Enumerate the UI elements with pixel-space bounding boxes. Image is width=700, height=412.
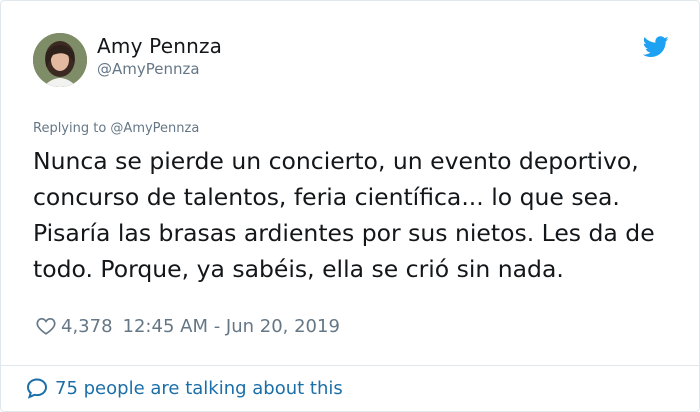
tweet-line: Pisaría las brasas ardientes por sus nie… xyxy=(33,219,655,247)
tweet-line: todo. Porque, ya sabéis, ella se crió si… xyxy=(33,255,564,283)
tweet-card: Amy Pennza @AmyPennza Replying to @AmyPe… xyxy=(0,0,700,412)
speech-bubble-icon xyxy=(26,378,48,399)
tweet-line: Nunca se pierde un concierto, un evento … xyxy=(33,147,639,175)
tweet-text: Nunca se pierde un concierto, un evento … xyxy=(33,143,683,287)
talking-text[interactable]: 75 people are talking about this xyxy=(55,378,343,399)
tweet-meta: 4,378 12:45 AM - Jun 20, 2019 xyxy=(35,313,340,339)
timestamp[interactable]: 12:45 AM - Jun 20, 2019 xyxy=(123,316,340,337)
avatar[interactable] xyxy=(33,33,87,87)
twitter-bird-icon[interactable] xyxy=(643,36,669,58)
author-handle[interactable]: @AmyPennza xyxy=(97,60,200,78)
like-count[interactable]: 4,378 xyxy=(61,316,113,337)
divider xyxy=(1,365,700,366)
heart-icon[interactable] xyxy=(35,315,57,337)
replying-to[interactable]: Replying to @AmyPennza xyxy=(33,121,199,136)
tweet-line: concurso de talentos, feria científica..… xyxy=(33,183,620,211)
author-name[interactable]: Amy Pennza xyxy=(97,34,222,58)
avatar-image xyxy=(33,33,87,87)
talking-link[interactable]: 75 people are talking about this xyxy=(25,375,343,401)
